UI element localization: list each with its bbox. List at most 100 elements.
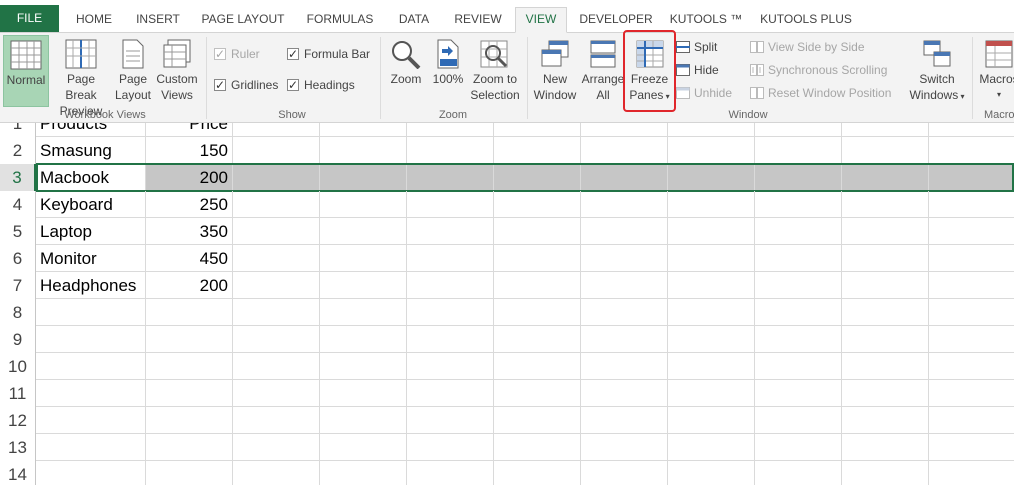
page-break-preview-button[interactable]: Page Break Preview bbox=[50, 35, 112, 118]
cell[interactable] bbox=[581, 326, 668, 353]
cell[interactable] bbox=[668, 164, 755, 191]
arrange-all-button[interactable]: Arrange All bbox=[580, 35, 626, 107]
cell[interactable] bbox=[36, 326, 146, 353]
cell[interactable] bbox=[407, 434, 494, 461]
cell[interactable] bbox=[668, 123, 755, 137]
cell[interactable] bbox=[581, 218, 668, 245]
cell[interactable] bbox=[581, 164, 668, 191]
cell[interactable] bbox=[842, 218, 929, 245]
cell[interactable] bbox=[668, 326, 755, 353]
cell[interactable] bbox=[320, 164, 407, 191]
table-row[interactable]: 10 bbox=[0, 353, 1014, 380]
cell[interactable] bbox=[581, 380, 668, 407]
cell[interactable] bbox=[320, 218, 407, 245]
cell[interactable] bbox=[233, 461, 320, 485]
cell[interactable] bbox=[320, 123, 407, 137]
gridlines-checkbox[interactable]: Gridlines bbox=[214, 76, 278, 94]
reset-window-position-button[interactable]: Reset Window Position bbox=[750, 84, 891, 102]
cell[interactable] bbox=[668, 191, 755, 218]
cell[interactable] bbox=[494, 272, 581, 299]
cell[interactable] bbox=[581, 434, 668, 461]
cell[interactable] bbox=[494, 245, 581, 272]
cell[interactable] bbox=[668, 245, 755, 272]
cell[interactable] bbox=[146, 326, 233, 353]
cell[interactable] bbox=[929, 218, 1014, 245]
tab-data[interactable]: DATA bbox=[388, 8, 440, 33]
cell[interactable] bbox=[929, 123, 1014, 137]
row-header[interactable]: 1 bbox=[0, 123, 36, 137]
table-row[interactable]: 2 Smasung 150 bbox=[0, 137, 1014, 164]
cell[interactable] bbox=[36, 461, 146, 485]
cell[interactable] bbox=[146, 407, 233, 434]
cell[interactable] bbox=[755, 326, 842, 353]
cell[interactable] bbox=[842, 245, 929, 272]
tab-view[interactable]: VIEW bbox=[515, 7, 567, 33]
cell[interactable] bbox=[842, 353, 929, 380]
cell[interactable] bbox=[755, 245, 842, 272]
cell[interactable] bbox=[581, 299, 668, 326]
cell[interactable] bbox=[233, 218, 320, 245]
cell[interactable] bbox=[668, 434, 755, 461]
cell[interactable] bbox=[929, 380, 1014, 407]
cell[interactable] bbox=[755, 299, 842, 326]
cell[interactable] bbox=[233, 434, 320, 461]
cell[interactable] bbox=[494, 380, 581, 407]
cell[interactable]: 350 bbox=[146, 218, 233, 245]
cell[interactable] bbox=[320, 299, 407, 326]
row-header[interactable]: 11 bbox=[0, 380, 36, 407]
cell[interactable] bbox=[842, 326, 929, 353]
cell[interactable] bbox=[320, 353, 407, 380]
tab-kutools[interactable]: KUTOOLS ™ bbox=[665, 8, 747, 33]
cell[interactable] bbox=[233, 137, 320, 164]
row-header[interactable]: 5 bbox=[0, 218, 36, 245]
cell[interactable] bbox=[320, 434, 407, 461]
cell[interactable] bbox=[146, 353, 233, 380]
table-row[interactable]: 6 Monitor 450 bbox=[0, 245, 1014, 272]
cell[interactable] bbox=[146, 461, 233, 485]
cell[interactable] bbox=[407, 353, 494, 380]
table-row[interactable]: 9 bbox=[0, 326, 1014, 353]
headings-checkbox[interactable]: Headings bbox=[287, 76, 355, 94]
cell[interactable] bbox=[407, 137, 494, 164]
cell[interactable] bbox=[668, 272, 755, 299]
table-row[interactable]: 8 bbox=[0, 299, 1014, 326]
cell[interactable] bbox=[407, 164, 494, 191]
cell[interactable] bbox=[494, 191, 581, 218]
cell[interactable] bbox=[755, 407, 842, 434]
formula-bar-checkbox[interactable]: Formula Bar bbox=[287, 45, 370, 63]
cell[interactable] bbox=[755, 353, 842, 380]
table-row[interactable]: 5 Laptop 350 bbox=[0, 218, 1014, 245]
unhide-button[interactable]: Unhide bbox=[676, 84, 732, 102]
row-header[interactable]: 9 bbox=[0, 326, 36, 353]
custom-views-button[interactable]: Custom Views bbox=[154, 35, 200, 107]
cell[interactable] bbox=[494, 299, 581, 326]
cell[interactable] bbox=[581, 272, 668, 299]
tab-review[interactable]: REVIEW bbox=[447, 8, 509, 33]
table-row[interactable]: 14 bbox=[0, 461, 1014, 485]
cell[interactable] bbox=[755, 164, 842, 191]
cell[interactable] bbox=[36, 299, 146, 326]
cell[interactable]: Smasung bbox=[36, 137, 146, 164]
new-window-button[interactable]: New Window bbox=[531, 35, 579, 107]
cell[interactable] bbox=[755, 191, 842, 218]
table-row[interactable]: 7 Headphones 200 bbox=[0, 272, 1014, 299]
tab-home[interactable]: HOME bbox=[66, 8, 122, 33]
table-row[interactable]: 12 bbox=[0, 407, 1014, 434]
cell[interactable] bbox=[929, 272, 1014, 299]
freeze-panes-button[interactable]: Freeze Panes ▾ bbox=[623, 30, 676, 112]
zoom-to-selection-button[interactable]: Zoom to Selection bbox=[468, 35, 522, 107]
cell[interactable] bbox=[842, 123, 929, 137]
row-header[interactable]: 6 bbox=[0, 245, 36, 272]
cell[interactable]: Macbook bbox=[36, 164, 146, 191]
table-row[interactable]: 4 Keyboard 250 bbox=[0, 191, 1014, 218]
cell[interactable]: Products bbox=[36, 123, 146, 137]
cell[interactable] bbox=[407, 380, 494, 407]
cell[interactable] bbox=[842, 272, 929, 299]
cell[interactable] bbox=[36, 407, 146, 434]
cell[interactable]: 200 bbox=[146, 272, 233, 299]
cell[interactable] bbox=[755, 123, 842, 137]
ruler-checkbox[interactable]: Ruler bbox=[214, 45, 260, 63]
cell[interactable] bbox=[320, 461, 407, 485]
cell[interactable] bbox=[233, 407, 320, 434]
cell[interactable] bbox=[668, 137, 755, 164]
